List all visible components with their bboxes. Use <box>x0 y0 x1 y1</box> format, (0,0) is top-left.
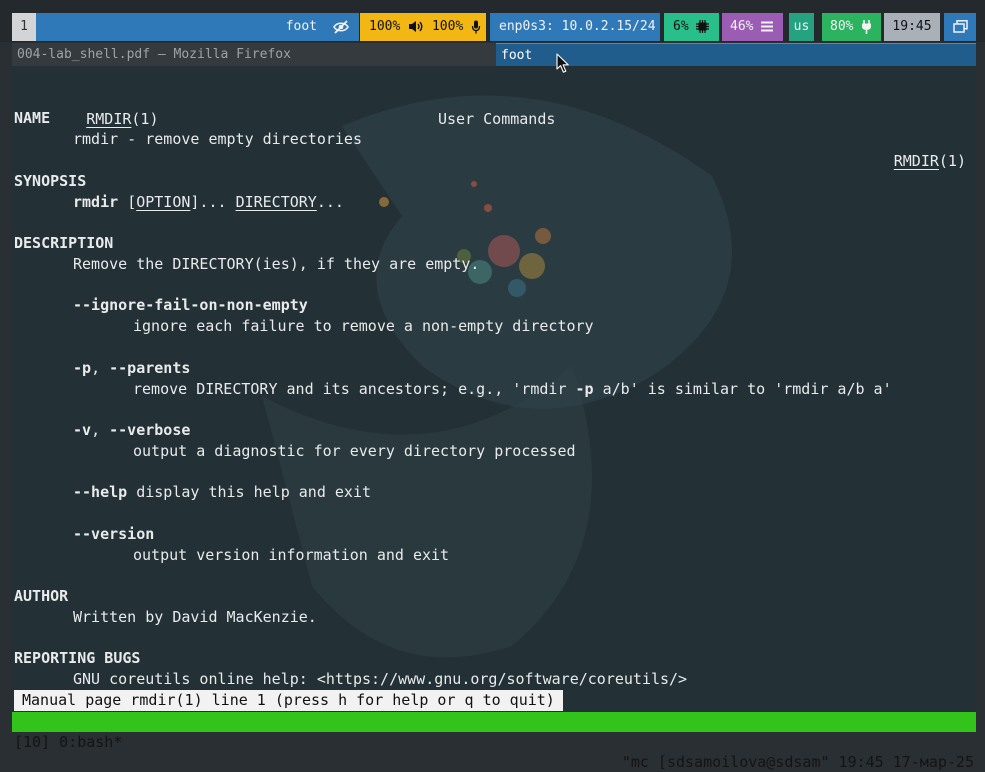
option-verbose: -v, --verbose <box>73 420 190 441</box>
option-help-name: --help <box>73 483 128 501</box>
pager-status-line: Manual page rmdir(1) line 1 (press h for… <box>14 690 563 711</box>
mic-value: 100% <box>431 19 464 34</box>
terminal-window[interactable]: RMDIR(1) User Commands RMDIR(1) NAME rmd… <box>12 66 976 712</box>
option-parents-desc: remove DIRECTORY and its ancestors; e.g.… <box>133 379 892 400</box>
section-description-heading: DESCRIPTION <box>14 234 114 252</box>
speaker-icon <box>409 21 423 32</box>
author-text: Written by David MacKenzie. <box>73 608 317 626</box>
charging-plug-icon <box>862 19 872 34</box>
cpu-value: 6% <box>673 19 689 34</box>
option-parents-sep: , <box>91 359 110 377</box>
audio-module[interactable]: 100% 100% <box>360 13 486 41</box>
option-parents-long: --parents <box>109 359 191 377</box>
memory-module[interactable]: 46% <box>722 13 783 41</box>
window-switcher-button[interactable] <box>944 13 976 41</box>
firefox-title-text: 004-lab_shell.pdf — Mozilla Firefox <box>17 47 291 62</box>
hidden-windows-indicator[interactable] <box>322 13 359 41</box>
battery-value: 80% <box>830 19 854 34</box>
layout-value: us <box>793 19 810 34</box>
header-center: User Commands <box>438 110 556 128</box>
name-text: rmdir - remove empty directories <box>73 130 362 148</box>
battery-module[interactable]: 80% <box>822 13 881 41</box>
eye-slash-icon <box>332 19 349 34</box>
option-verbose-sep: , <box>91 421 110 439</box>
workspace-button[interactable]: 1 <box>12 13 36 41</box>
option-parents-short: -p <box>73 359 92 377</box>
synopsis-ellipsis: ... <box>316 193 344 211</box>
option-parents: -p, --parents <box>73 358 190 379</box>
synopsis-command: rmdir <box>73 193 119 211</box>
parents-desc-a: remove DIRECTORY and its ancestors; e.g.… <box>133 380 576 398</box>
section-author-heading: AUTHOR <box>14 587 69 605</box>
option-version: --version <box>73 525 155 543</box>
window-title-firefox[interactable]: 004-lab_shell.pdf — Mozilla Firefox <box>12 43 496 66</box>
option-ignore-fail: --ignore-fail-on-non-empty <box>73 296 308 314</box>
cpu-chip-icon <box>696 20 710 33</box>
option-help: --help display this help and exit <box>73 482 371 503</box>
cpu-module[interactable]: 6% <box>664 13 719 41</box>
workspace-number: 1 <box>20 19 28 34</box>
man-header: RMDIR(1) User Commands RMDIR(1) <box>12 67 976 170</box>
memory-value: 46% <box>730 19 754 34</box>
option-verbose-short: -v <box>73 421 92 439</box>
option-ignore-fail-desc: ignore each failure to remove a non-empt… <box>133 317 594 335</box>
volume-value: 100% <box>369 19 401 34</box>
header-left-title: RMDIR <box>86 110 132 128</box>
synopsis-directory: DIRECTORY <box>235 193 317 211</box>
network-module[interactable]: enp0s3: 10.0.2.15/24 <box>490 13 660 41</box>
option-verbose-desc: output a diagnostic for every directory … <box>133 442 576 460</box>
section-bugs-heading: REPORTING BUGS <box>14 649 141 667</box>
option-version-desc: output version information and exit <box>133 546 450 564</box>
keyboard-layout[interactable]: us <box>789 13 814 41</box>
tmux-right-status: "mc [sdsamoilova@sdsam" 19:45 17-мар-25 <box>621 753 974 771</box>
focused-title-text: foot <box>285 19 317 34</box>
tmux-status-bar: [10] 0:bash* "mc [sdsamoilova@sdsam" 19:… <box>12 712 976 771</box>
header-right-section: (1) <box>938 152 966 170</box>
network-value: enp0s3: 10.0.2.15/24 <box>499 19 656 34</box>
synopsis-line: rmdir [OPTION]... DIRECTORY... <box>73 192 344 213</box>
mouse-pointer-icon <box>556 53 569 73</box>
header-left-section: (1) <box>131 110 159 128</box>
option-help-desc: display this help and exit <box>127 483 372 501</box>
synopsis-bracket-close: ]... <box>190 193 227 211</box>
clock-value: 19:45 <box>892 19 932 34</box>
clock-module[interactable]: 19:45 <box>884 13 940 41</box>
description-text: Remove the DIRECTORY(ies), if they are e… <box>73 255 480 273</box>
synopsis-option: OPTION <box>136 193 191 211</box>
synopsis-bracket-open: [ <box>127 193 137 211</box>
parents-desc-flag: -p <box>575 380 594 398</box>
section-synopsis-heading: SYNOPSIS <box>14 172 87 190</box>
top-status-bar: 1 foot 100% 100% enp0s3: 10.0.2.15/24 6% <box>0 0 985 42</box>
section-name-heading: NAME <box>14 109 51 127</box>
foot-title-text: foot <box>501 48 533 63</box>
tmux-window-list[interactable]: [10] 0:bash* <box>14 732 122 752</box>
bugs-text: GNU coreutils online help: <https://www.… <box>73 670 688 688</box>
memory-bars-icon <box>761 21 774 32</box>
window-stack-icon <box>952 20 968 33</box>
header-right-title: RMDIR <box>893 152 939 170</box>
microphone-icon <box>471 20 481 33</box>
option-verbose-long: --verbose <box>109 421 191 439</box>
parents-desc-b: a/b' is similar to 'rmdir a/b a' <box>593 380 892 398</box>
focused-window-title: foot <box>36 13 322 41</box>
